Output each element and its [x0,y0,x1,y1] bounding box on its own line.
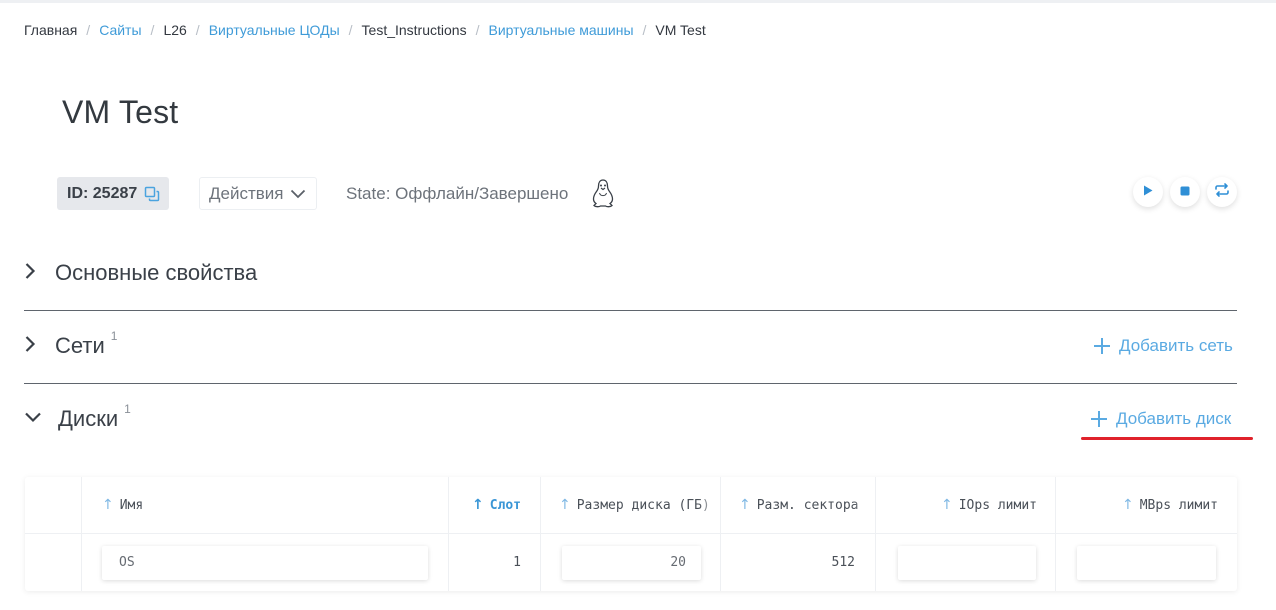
breadcrumb-virtual-machines[interactable]: Виртуальные машины [488,22,633,38]
section-divider [24,383,1237,384]
start-vm-button[interactable] [1133,177,1163,207]
disk-slot-cell: 1 [449,534,541,591]
section-networks-title: Сети [55,333,105,358]
networks-count: 1 [110,329,118,343]
copy-icon[interactable] [144,186,160,202]
chevron-down-icon [24,410,42,428]
section-divider [24,310,1237,311]
highlight-underline [1081,437,1253,440]
add-disk-button[interactable]: Добавить диск [1090,409,1231,429]
disks-count: 1 [124,402,131,416]
iops-limit-cell [876,534,1056,591]
breadcrumb-sites[interactable]: Сайты [99,22,141,38]
breadcrumb-current: VM Test [655,22,706,38]
section-main-properties: Основные свойства [24,260,1237,288]
section-networks-toggle[interactable]: Сети 1 [24,329,117,359]
add-network-label: Добавить сеть [1119,336,1233,355]
breadcrumb-vdc[interactable]: Test_Instructions [362,22,467,38]
breadcrumb-separator: / [150,22,155,38]
plus-icon [1093,337,1111,355]
section-disks-toggle[interactable]: Диски 1 [24,402,131,432]
actions-dropdown[interactable]: Действия [199,177,317,210]
column-header-disk-size[interactable]: ↑ Размер диска (ГБ) [541,477,721,533]
sort-arrow-icon: ↑ [739,497,751,513]
iops-limit-input[interactable] [898,545,1036,580]
column-header-sector-size[interactable]: ↑ Разм. сектора [721,477,876,533]
disk-name-cell: OS [82,534,449,591]
breadcrumb-separator: / [642,22,647,38]
actions-label: Действия [209,183,284,203]
plus-icon [1090,410,1108,428]
mbps-limit-input[interactable] [1077,545,1216,580]
column-header-name[interactable]: ↑ Имя [82,477,449,533]
add-network-button[interactable]: Добавить сеть [1093,336,1233,356]
table-row: OS 1 20 512 [25,534,1237,591]
sort-arrow-icon: ↑ [559,497,571,513]
chevron-right-icon [24,335,36,358]
breadcrumb-separator: / [86,22,91,38]
section-main-properties-title: Основные свойства [55,260,258,285]
breadcrumb-home[interactable]: Главная [24,22,77,38]
row-select-cell [25,534,82,591]
stop-vm-button[interactable] [1170,177,1200,207]
breadcrumb-separator: / [348,22,353,38]
disk-size-input[interactable]: 20 [562,545,701,580]
section-disks-title: Диски [58,406,119,431]
vm-state-text: State: Оффлайн/Завершено [346,184,569,203]
breadcrumb-separator: / [475,22,480,38]
linux-tux-icon [590,178,616,208]
chevron-down-icon [290,189,306,199]
add-disk-label: Добавить диск [1116,409,1232,428]
top-border [0,0,1276,3]
breadcrumb-virtual-dcs[interactable]: Виртуальные ЦОДы [209,22,340,38]
table-header-select [25,477,82,533]
table-header-row: ↑ Имя ↑ Слот ↑ Размер диска (ГБ) ↑ Разм.… [25,477,1237,534]
breadcrumb-separator: / [195,22,200,38]
column-header-iops-limit[interactable]: ↑ IOps лимит [876,477,1056,533]
disk-size-cell: 20 [541,534,721,591]
sort-arrow-icon: ↑ [940,497,953,513]
disk-name-input[interactable]: OS [102,545,428,580]
section-disks: Диски 1 [24,402,1237,434]
chevron-right-icon [24,262,36,285]
sort-arrow-icon: ↑ [102,497,114,513]
play-icon [1143,183,1153,201]
restart-icon [1214,182,1230,202]
vm-id-label: ID: 25287 [67,184,138,202]
section-main-properties-toggle[interactable]: Основные свойства [24,260,257,286]
stop-icon [1180,183,1190,201]
vm-id-chip: ID: 25287 [57,177,169,210]
page-title: VM Test [62,94,179,130]
breadcrumb-site[interactable]: L26 [163,22,186,38]
breadcrumb: Главная / Сайты / L26 / Виртуальные ЦОДы… [24,22,706,38]
sort-arrow-icon: ↑ [1121,497,1134,513]
mbps-limit-cell [1056,534,1237,591]
restart-vm-button[interactable] [1207,177,1237,207]
column-header-mbps-limit[interactable]: ↑ MBps лимит [1056,477,1237,533]
sort-arrow-icon: ↑ [471,497,484,513]
sector-size-cell: 512 [721,534,876,591]
disks-table: ↑ Имя ↑ Слот ↑ Размер диска (ГБ) ↑ Разм.… [25,477,1237,591]
column-header-slot[interactable]: ↑ Слот [449,477,541,533]
section-networks: Сети 1 [24,329,1237,361]
